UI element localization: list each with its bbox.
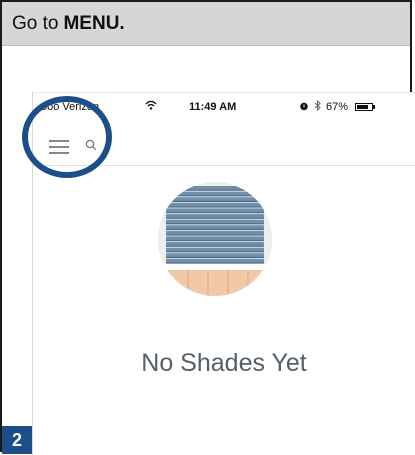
status-right-group: 67% [299,99,376,114]
carrier-label: ooo Verizon [41,101,100,113]
battery-icon [355,103,376,111]
status-bar: ooo Verizon 11:49 AM 67% [33,93,415,119]
bluetooth-icon [314,99,321,114]
tutorial-frame: Go to MENU. ooo Verizon 11:49 AM 67% No … [0,0,415,455]
instruction-bar: Go to MENU. [2,2,410,46]
battery-percent: 67% [326,101,349,113]
status-time: 11:49 AM [189,101,237,113]
battery-fill [357,105,368,109]
alarm-icon [299,101,309,114]
wifi-icon [145,99,157,113]
instruction-text: Go to [12,12,59,34]
step-badge: 2 [2,426,32,454]
instruction-emphasis: MENU. [63,12,125,34]
phone-screen: ooo Verizon 11:49 AM 67% No Shades Yet [32,92,415,455]
nav-bar [33,125,415,166]
menu-button[interactable] [49,137,79,157]
search-icon[interactable] [85,138,97,151]
empty-state-message: No Shades Yet [141,349,307,377]
blinds-illustration [158,182,272,296]
